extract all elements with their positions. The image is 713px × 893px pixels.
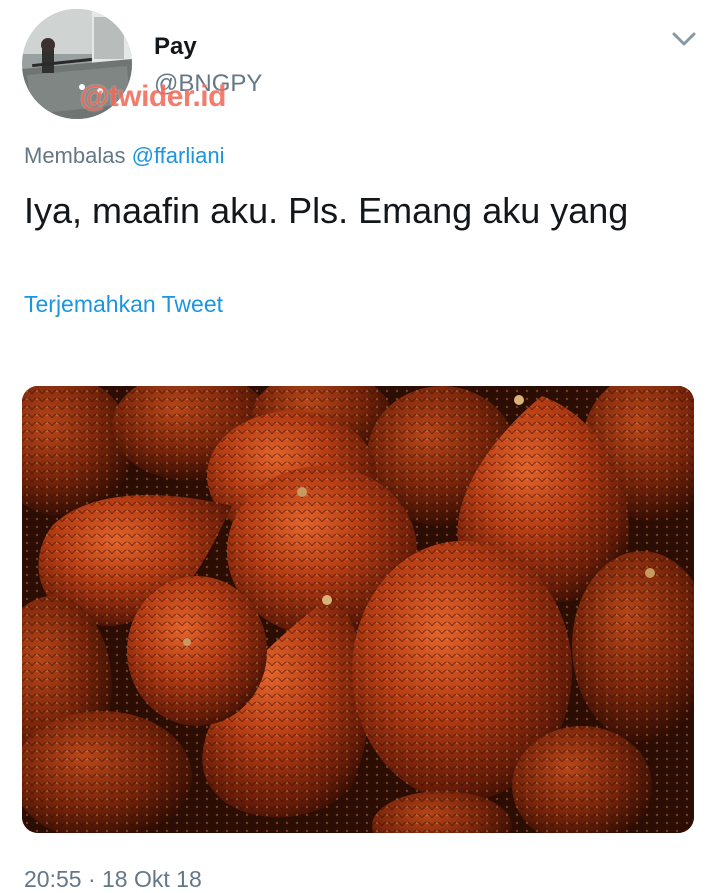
reply-prefix: Membalas [24,143,126,168]
tweet-timestamp[interactable]: 20:55 · 18 Okt 18 [24,866,202,893]
translate-tweet-link[interactable]: Terjemahkan Tweet [24,291,223,318]
tweet-time: 20:55 [24,866,82,892]
chevron-down-icon[interactable] [668,26,700,52]
reply-mention-link[interactable]: @ffarliani [132,143,225,168]
tweet-date: 18 Okt 18 [102,866,202,892]
watermark: @twider.id [80,80,226,113]
tweet-text: Iya, maafin aku. Pls. Emang aku yang [24,190,629,231]
tweet-media-image[interactable] [22,386,694,833]
reply-context: Membalas @ffarliani [24,143,224,169]
timestamp-separator: · [87,866,96,892]
tweet-card: Pay @BNGPY @twider.id Membalas @ffarlian… [0,0,713,892]
display-name[interactable]: Pay [154,33,197,61]
